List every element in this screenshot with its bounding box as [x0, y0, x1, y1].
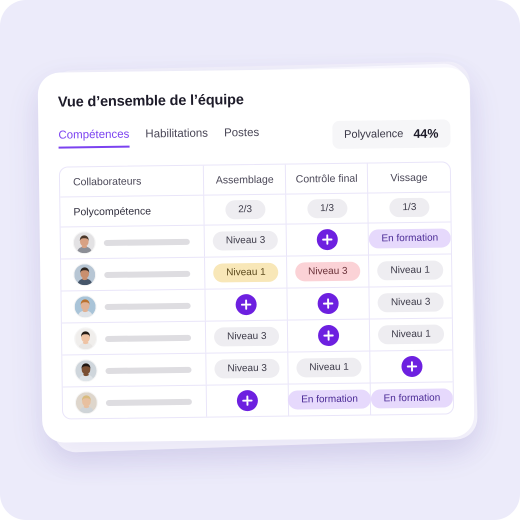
name-placeholder-bar [103, 238, 190, 246]
polyvalence-badge: Polyvalence 44% [331, 119, 451, 149]
column-header-assemblage: Assemblage [204, 164, 287, 195]
skill-cell-controle-final: Niveau 1 [288, 351, 371, 384]
add-skill-button[interactable] [316, 228, 339, 251]
skill-cell-vissage: En formation [370, 382, 454, 414]
polyvalence-label: Polyvalence [343, 128, 404, 141]
column-header-collaborateurs: Collaborateurs [59, 165, 205, 197]
skill-level-badge[interactable]: Niveau 3 [377, 292, 444, 313]
ratio-badge: 2/3 [225, 199, 266, 220]
skill-cell-controle-final: En formation [288, 383, 372, 416]
avatar [74, 264, 96, 286]
tab-postes[interactable]: Postes [224, 126, 259, 145]
avatar [74, 328, 97, 350]
polycompetence-vissage-cell: 1/3 [368, 192, 450, 222]
table-row: Niveau 3 Niveau 1 [62, 350, 453, 388]
avatar [73, 232, 95, 254]
polyvalence-value: 44% [413, 126, 439, 141]
name-placeholder-bar [105, 366, 192, 374]
skill-level-badge[interactable]: En formation [370, 388, 454, 409]
avatar [74, 296, 96, 318]
skill-level-badge[interactable]: Niveau 1 [296, 357, 362, 378]
skill-cell-assemblage: Niveau 3 [206, 320, 289, 353]
person [74, 263, 201, 286]
skill-cell-vissage: En formation [368, 222, 452, 254]
skill-cell-vissage [370, 350, 452, 382]
skill-cell-assemblage [205, 288, 289, 321]
skill-cell-assemblage: Niveau 3 [204, 224, 288, 257]
collaborator-cell [62, 385, 208, 419]
column-header-vissage: Vissage [390, 171, 428, 184]
table-row: Niveau 1 Niveau 3 Niveau 1 [61, 254, 452, 292]
page-title: Vue d’ensemble de l’équipe [57, 92, 244, 111]
polycompetence-assemblage-cell: 2/3 [204, 194, 287, 225]
tab-habilitations[interactable]: Habilitations [145, 127, 208, 147]
person [75, 391, 203, 414]
tabs-row: Compétences Habilitations Postes Polyval… [58, 119, 451, 152]
table-row: Niveau 3 [61, 286, 452, 324]
name-placeholder-bar [104, 302, 191, 310]
skill-cell-vissage: Niveau 1 [370, 318, 452, 350]
add-skill-button[interactable] [237, 389, 259, 412]
polycompetence-controle-cell: 1/3 [286, 193, 369, 224]
name-placeholder-bar [104, 270, 191, 278]
skill-cell-controle-final [286, 223, 370, 256]
name-placeholder-bar [105, 398, 192, 406]
table-row: En formation En formation [62, 382, 454, 419]
skill-cell-controle-final: Niveau 3 [287, 255, 370, 288]
person [73, 231, 201, 254]
skill-level-badge[interactable]: Niveau 3 [212, 230, 279, 251]
add-skill-button[interactable] [400, 355, 423, 378]
ratio-badge: 1/3 [306, 198, 348, 219]
skill-cell-assemblage [207, 384, 290, 417]
skill-cell-controle-final [288, 319, 371, 352]
skill-cell-assemblage: Niveau 1 [205, 256, 288, 289]
ratio-badge: 1/3 [389, 197, 430, 218]
collaborator-cell [60, 225, 206, 259]
table-body: Niveau 3 En formation Niveau 1 Niveau 3 Nive… [60, 222, 454, 419]
skill-cell-vissage: Niveau 1 [369, 254, 451, 286]
table-row: Niveau 3 En formation [60, 222, 452, 260]
screenshot-root: Vue d’ensemble de l’équipe Compétences H… [0, 0, 520, 520]
collaborator-cell [61, 321, 207, 355]
skill-cell-vissage: Niveau 3 [370, 286, 452, 318]
collaborator-cell [62, 353, 207, 387]
skill-level-badge[interactable]: Niveau 1 [213, 262, 279, 283]
polycompetence-label-cell: Polycompétence [60, 195, 205, 227]
add-skill-button[interactable] [235, 293, 258, 316]
person [75, 359, 202, 382]
tab-bar: Compétences Habilitations Postes [58, 126, 259, 149]
add-skill-button[interactable] [318, 324, 340, 347]
collaborator-cell [61, 289, 207, 323]
skill-level-badge[interactable]: En formation [288, 389, 372, 410]
avatar [75, 392, 98, 414]
skill-level-badge[interactable]: Niveau 3 [213, 326, 280, 347]
person [74, 327, 202, 350]
skill-cell-assemblage: Niveau 3 [206, 352, 289, 385]
skill-level-badge[interactable]: Niveau 3 [294, 261, 361, 282]
skills-table: Collaborateurs Assemblage Contrôle final… [58, 161, 455, 420]
column-header-controle-final: Contrôle final [286, 163, 369, 194]
avatar [75, 360, 97, 382]
skill-level-badge[interactable]: Niveau 1 [377, 260, 444, 281]
skill-level-badge[interactable]: En formation [368, 228, 452, 249]
person [74, 295, 202, 318]
team-overview-card: Vue d’ensemble de l’équipe Compétences H… [37, 67, 475, 443]
name-placeholder-bar [105, 334, 192, 342]
skill-level-badge[interactable]: Niveau 1 [378, 324, 444, 345]
collaborator-cell [61, 257, 206, 291]
add-skill-button[interactable] [317, 292, 339, 315]
table-row: Niveau 3 Niveau 1 [61, 318, 453, 356]
skill-cell-controle-final [287, 287, 370, 320]
skill-level-badge[interactable]: Niveau 3 [214, 358, 281, 379]
tab-competences[interactable]: Compétences [58, 128, 130, 149]
